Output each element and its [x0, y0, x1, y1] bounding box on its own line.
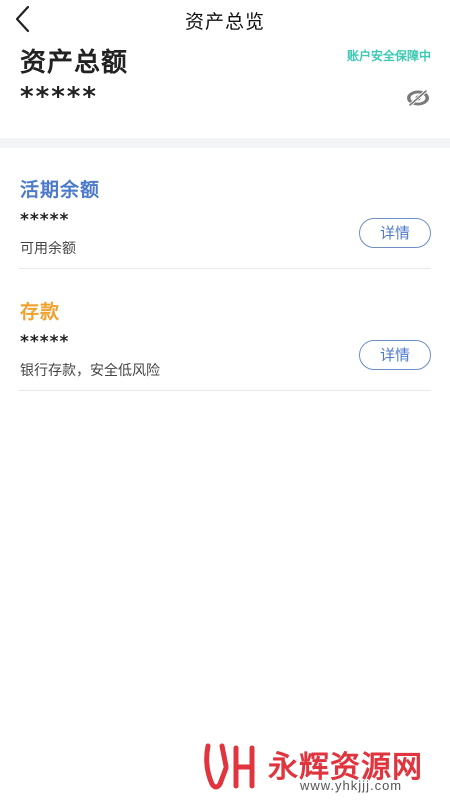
top-nav-bar: 资产总览	[0, 0, 450, 40]
visibility-toggle-button[interactable]	[406, 88, 430, 108]
account-description: 银行存款，安全低风险	[20, 363, 160, 379]
watermark-logo-icon	[204, 743, 255, 790]
account-name: 活期余额	[20, 179, 101, 201]
asset-overview-screen: 资产总览 资产总额 账户安全保障中 ***** 活期余额 ***** 可用余额 …	[0, 0, 450, 800]
total-assets-summary: 资产总额 账户安全保障中 *****	[0, 40, 450, 138]
account-security-badge: 账户安全保障中	[346, 49, 431, 63]
watermark-url: www.yhkjjj.com	[300, 778, 403, 793]
details-button[interactable]: 详情	[359, 340, 431, 370]
account-amount: *****	[20, 332, 70, 352]
account-description: 可用余额	[20, 241, 76, 257]
account-amount: *****	[20, 210, 70, 230]
account-name: 存款	[20, 301, 61, 323]
total-assets-title: 资产总额	[20, 48, 129, 78]
account-card-deposit: 存款 ***** 银行存款，安全低风险 详情	[19, 292, 431, 391]
watermark: 永辉资源网 www.yhkjjj.com	[200, 738, 432, 796]
section-divider	[0, 138, 450, 148]
total-assets-amount: *****	[20, 82, 98, 112]
page-title: 资产总览	[184, 11, 265, 33]
details-button[interactable]: 详情	[359, 218, 431, 248]
account-card-current: 活期余额 ***** 可用余额 详情	[19, 170, 431, 269]
eye-hidden-icon	[407, 89, 429, 107]
